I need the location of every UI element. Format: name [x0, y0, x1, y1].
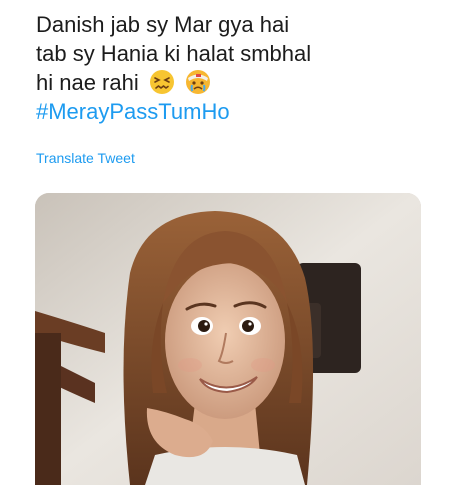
tweet-line-2: tab sy Hania ki halat smbhal — [36, 41, 312, 66]
hashtag-link[interactable]: #MerayPassTumHo — [36, 99, 230, 124]
photo-of-woman-smiling-icon — [35, 193, 421, 485]
tweet-text: Danish jab sy Mar gya hai tab sy Hania k… — [36, 10, 436, 126]
hashtag-line: #MerayPassTumHo — [36, 97, 436, 126]
tweet-line-3-text: hi nae rahi — [36, 70, 139, 95]
face-with-head-bandage-crying-emoji-icon — [185, 69, 211, 95]
translate-tweet-link[interactable]: Translate Tweet — [36, 150, 135, 166]
tweet-media-image[interactable] — [35, 193, 421, 485]
tweet-line-1: Danish jab sy Mar gya hai — [36, 12, 290, 37]
confounded-face-emoji-icon — [149, 69, 175, 95]
tweet-line-3: hi nae rahi — [36, 68, 436, 97]
